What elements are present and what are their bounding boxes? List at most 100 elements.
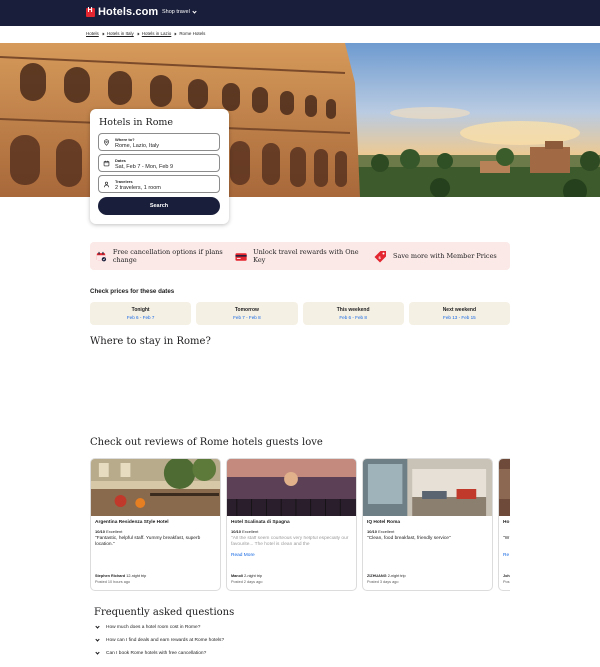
review-score: 10/10 bbox=[231, 529, 242, 534]
benefit-text: Free cancellation options if plans chang… bbox=[112, 247, 223, 264]
shop-travel-menu[interactable]: Shop travel bbox=[162, 8, 197, 15]
destination-field[interactable]: Where to? Rome, Lazio, Italy bbox=[98, 133, 220, 151]
dates-label: Dates bbox=[115, 157, 126, 163]
search-button[interactable]: Search bbox=[98, 197, 220, 215]
date-option-tomorrow[interactable]: Tomorrow Feb 7 - Feb 8 bbox=[196, 302, 298, 325]
search-form-card: Hotels in Rome Where to? Rome, Lazio, It… bbox=[90, 109, 229, 224]
dates-section-title: Check prices for these dates bbox=[90, 288, 175, 295]
benefit-free-cancellation: Free cancellation options if plans chang… bbox=[96, 242, 226, 270]
reviews-title: Check out reviews of Rome hotels guests … bbox=[90, 437, 323, 448]
review-author: ZIZHUANG 2-night trip bbox=[367, 574, 406, 578]
dates-field[interactable]: Dates Sat, Feb 7 - Mon, Feb 9 bbox=[98, 154, 220, 172]
date-option-range: Feb 6 - Feb 8 bbox=[339, 315, 367, 320]
top-header: Hotels.com Shop travel bbox=[0, 0, 600, 26]
benefit-member-prices: $ Save more with Member Prices bbox=[374, 242, 504, 270]
destination-label: Where to? bbox=[115, 136, 135, 142]
date-option-this-weekend[interactable]: This weekend Feb 6 - Feb 8 bbox=[302, 302, 404, 325]
date-option-range: Feb 6 - Feb 7 bbox=[126, 315, 155, 320]
chevron-right-icon bbox=[173, 32, 177, 35]
review-author: Manoli 2-night trip bbox=[231, 574, 262, 578]
faq-item[interactable]: How can I find deals and earn rewards at… bbox=[95, 637, 225, 643]
date-option-next-weekend[interactable]: Next weekend Feb 13 - Feb 15 bbox=[408, 302, 510, 325]
credit-card-icon bbox=[235, 252, 247, 261]
travelers-value: 2 travelers, 1 room bbox=[115, 184, 161, 191]
review-trip: 2-night trip bbox=[387, 574, 406, 578]
where-to-stay-title: Where to stay in Rome? bbox=[90, 336, 211, 347]
review-card[interactable]: Ho "W Re Joh Pos bbox=[498, 458, 510, 591]
faq-item[interactable]: How much does a hotel room cost in Rome? bbox=[95, 624, 201, 630]
benefit-text: Unlock travel rewards with One Key bbox=[253, 247, 359, 264]
review-author: Joh bbox=[503, 574, 510, 578]
date-options: Tonight Feb 6 - Feb 7 Tomorrow Feb 7 - F… bbox=[90, 302, 510, 325]
review-hotel-name: Ho bbox=[503, 520, 510, 525]
breadcrumb-current: Rome Hotels bbox=[179, 31, 206, 36]
calendar-icon bbox=[103, 160, 110, 167]
read-more-link[interactable]: Read More bbox=[231, 553, 255, 558]
review-trip: 2-night trip bbox=[244, 574, 263, 578]
dates-value: Sat, Feb 7 - Mon, Feb 9 bbox=[115, 163, 174, 170]
hotel-photo bbox=[499, 459, 510, 516]
travelers-field[interactable]: Travelers 2 travelers, 1 room bbox=[98, 175, 220, 193]
chevron-right-icon bbox=[136, 32, 140, 35]
chevron-down-icon bbox=[95, 650, 100, 655]
review-rating: 10/10 Excellent bbox=[367, 529, 394, 534]
hotel-photo bbox=[91, 459, 220, 516]
hotels-com-logo[interactable]: Hotels.com bbox=[86, 6, 158, 18]
date-option-label: Next weekend bbox=[442, 307, 477, 313]
person-icon bbox=[104, 181, 109, 188]
review-rating-word: Excellent bbox=[378, 529, 395, 534]
breadcrumb-hotels[interactable]: Hotels bbox=[86, 31, 99, 36]
faq-item[interactable]: Can I book Rome hotels with free cancell… bbox=[95, 650, 207, 656]
shop-travel-label: Shop travel bbox=[162, 9, 190, 15]
chevron-down-icon bbox=[95, 637, 100, 642]
review-quote: "W bbox=[503, 536, 510, 541]
review-posted: Posted 2 days ago bbox=[231, 580, 263, 584]
review-quote: "Clean, food breakfast, friendly service… bbox=[367, 536, 451, 541]
search-title: Hotels in Rome bbox=[99, 117, 174, 128]
review-rating: 10/10 Excellent bbox=[95, 529, 122, 534]
review-posted: Pos bbox=[503, 580, 510, 584]
review-author-name: ZIZHUANG bbox=[367, 574, 387, 578]
review-author-name: Stephen Richard bbox=[95, 574, 126, 578]
calendar-icon bbox=[96, 251, 107, 261]
review-quote: "Fantastic, helpful staff. Yummy breakfa… bbox=[95, 536, 201, 548]
review-author: Stephen Richard 12-night trip bbox=[95, 574, 146, 578]
location-pin-icon bbox=[104, 139, 109, 146]
review-hotel-name: Argentina Residenza Style Hotel bbox=[95, 520, 169, 525]
breadcrumb-lazio[interactable]: Hotels in Lazio bbox=[142, 31, 172, 36]
review-card[interactable]: IQ Hotel Roma 10/10 Excellent "Clean, fo… bbox=[362, 458, 493, 591]
chevron-down-icon bbox=[95, 624, 100, 629]
date-option-label: Tomorrow bbox=[234, 307, 259, 313]
date-option-range: Feb 7 - Feb 8 bbox=[233, 315, 261, 320]
review-trip: 12-night trip bbox=[126, 574, 147, 578]
review-card[interactable]: Argentina Residenza Style Hotel 10/10 Ex… bbox=[90, 458, 221, 591]
review-hotel-name: Hotel Scalinata di Spagna bbox=[231, 520, 290, 525]
benefit-rewards: Unlock travel rewards with One Key bbox=[235, 242, 365, 270]
chevron-right-icon bbox=[101, 32, 105, 35]
breadcrumb-italy[interactable]: Hotels in Italy bbox=[107, 31, 134, 36]
date-option-range: Feb 13 - Feb 15 bbox=[443, 315, 476, 320]
faq-question: Can I book Rome hotels with free cancell… bbox=[106, 651, 207, 656]
price-tag-icon: $ bbox=[374, 250, 386, 262]
faq-title: Frequently asked questions bbox=[94, 607, 235, 618]
date-option-tonight[interactable]: Tonight Feb 6 - Feb 7 bbox=[90, 302, 192, 325]
date-option-label: Tonight bbox=[131, 307, 150, 313]
review-card[interactable]: Hotel Scalinata di Spagna 10/10 Excellen… bbox=[226, 458, 357, 591]
chevron-down-icon bbox=[192, 8, 197, 14]
date-option-label: This weekend bbox=[336, 307, 370, 313]
hotel-photo bbox=[227, 459, 356, 516]
review-author-name: Joh bbox=[503, 574, 510, 578]
faq-question: How much does a hotel room cost in Rome? bbox=[106, 625, 201, 630]
travelers-label: Travelers bbox=[115, 178, 133, 184]
brand-name: Hotels.com bbox=[98, 6, 159, 18]
review-posted: Posted 10 hours ago bbox=[95, 580, 131, 584]
review-score: 10/10 bbox=[367, 529, 378, 534]
faq-question: How can I find deals and earn rewards at… bbox=[106, 638, 225, 643]
hotel-photo bbox=[363, 459, 492, 516]
breadcrumb: Hotels Hotels in Italy Hotels in Lazio R… bbox=[86, 31, 205, 36]
read-more-link[interactable]: Re bbox=[503, 553, 509, 558]
review-author-name: Manoli bbox=[231, 574, 244, 578]
destination-value: Rome, Lazio, Italy bbox=[115, 142, 160, 149]
benefit-text: Save more with Member Prices bbox=[393, 251, 497, 260]
review-score: 10/10 bbox=[95, 529, 106, 534]
